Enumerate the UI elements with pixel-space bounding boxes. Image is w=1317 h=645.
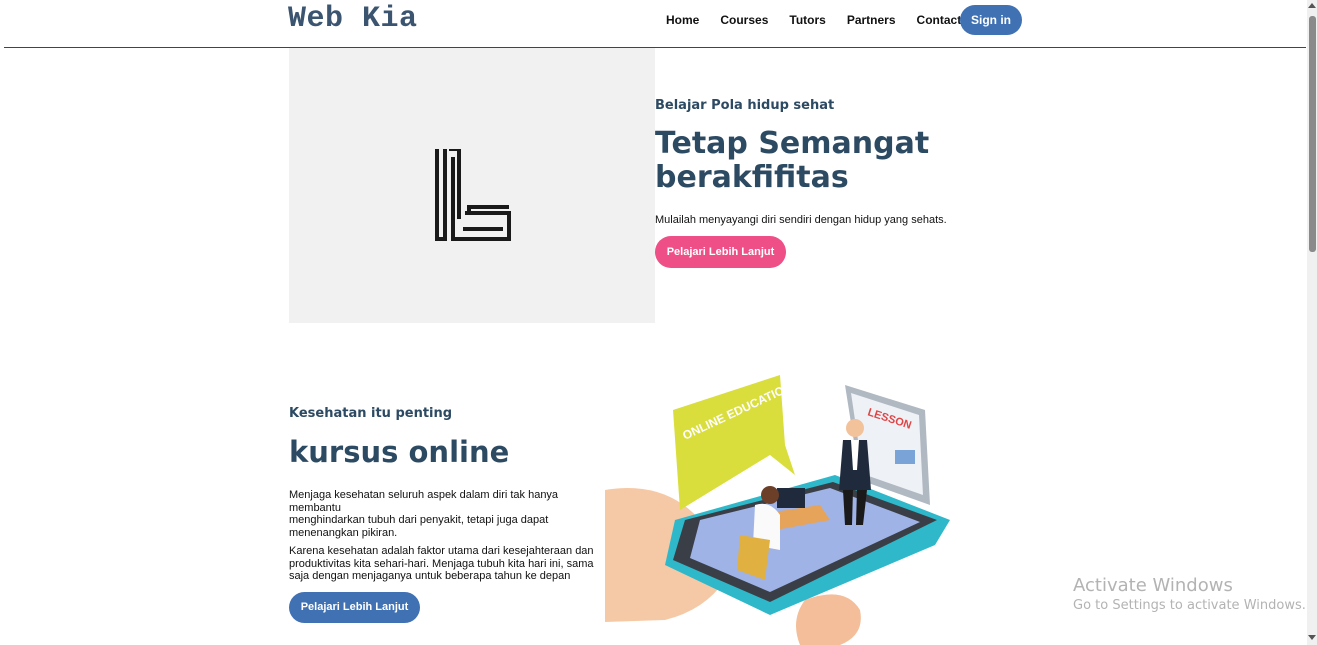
online-education-illustration: LESSON ONLINE EDUCATION — [605, 375, 950, 645]
vertical-scrollbar[interactable] — [1307, 0, 1317, 645]
activate-windows-watermark: Activate Windows Go to Settings to activ… — [1073, 575, 1306, 613]
section2-learn-more-button[interactable]: Pelajari Lebih Lanjut — [289, 592, 420, 623]
lk-logo-icon — [435, 149, 511, 241]
page: Web Kia Home Courses Tutors Partners Con… — [4, 0, 1306, 645]
scroll-down-arrow-icon[interactable] — [1308, 635, 1316, 640]
section2-title: kursus online — [289, 435, 510, 469]
nav-courses[interactable]: Courses — [720, 13, 768, 27]
section2-eyebrow: Kesehatan itu penting — [289, 406, 453, 421]
sign-in-button[interactable]: Sign in — [960, 5, 1022, 35]
hero-title: Tetap Semangat berakfifitas — [655, 126, 930, 195]
nav-partners[interactable]: Partners — [847, 13, 896, 27]
hero-image — [289, 48, 655, 323]
navbar: Web Kia Home Courses Tutors Partners Con… — [4, 0, 1306, 48]
hero-learn-more-button[interactable]: Pelajari Lebih Lanjut — [655, 236, 786, 268]
section2-paragraph-1: Menjaga kesehatan seluruh aspek dalam di… — [289, 489, 559, 539]
scroll-thumb[interactable] — [1309, 16, 1316, 252]
watermark-subtitle: Go to Settings to activate Windows. — [1073, 598, 1306, 613]
hero-description: Mulailah menyayangi diri sendiri dengan … — [655, 214, 947, 226]
scroll-up-arrow-icon[interactable] — [1308, 3, 1316, 8]
nav-contact[interactable]: Contact — [917, 13, 962, 27]
hero-eyebrow: Belajar Pola hidup sehat — [655, 98, 835, 113]
brand-logo[interactable]: Web Kia — [288, 2, 418, 36]
nav-tutors[interactable]: Tutors — [789, 13, 825, 27]
section2-paragraph-2: Karena kesehatan adalah faktor utama dar… — [289, 545, 594, 582]
nav-links: Home Courses Tutors Partners Contact — [666, 13, 982, 27]
watermark-title: Activate Windows — [1073, 575, 1233, 596]
nav-home[interactable]: Home — [666, 13, 699, 27]
